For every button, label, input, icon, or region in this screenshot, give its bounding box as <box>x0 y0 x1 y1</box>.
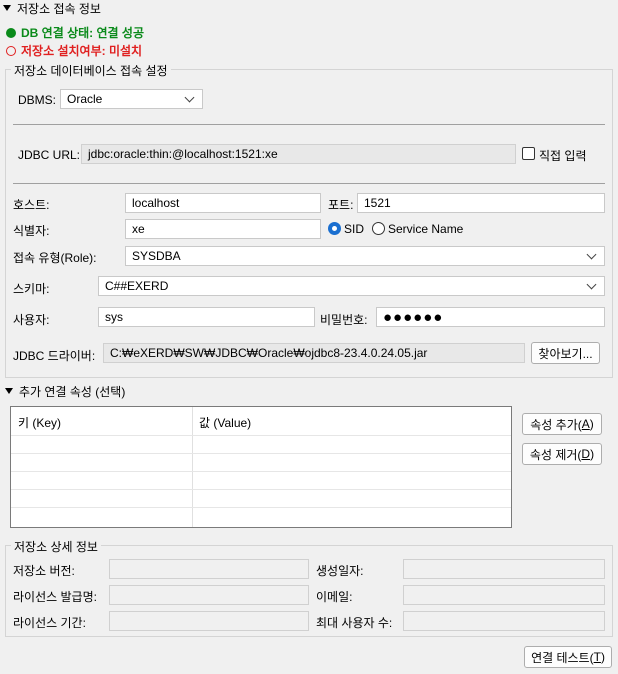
row-divider <box>11 507 511 508</box>
port-label: 포트: <box>328 198 354 212</box>
collapse-triangle-icon <box>5 388 13 394</box>
paren: ) <box>590 447 595 461</box>
license-period-field <box>109 611 309 631</box>
email-field <box>403 585 605 605</box>
direct-input-checkbox[interactable] <box>522 147 535 160</box>
created-label: 생성일자: <box>316 564 364 578</box>
role-label: 접속 유형(Role): <box>13 251 97 265</box>
service-name-radio[interactable] <box>372 222 385 235</box>
role-value: SYSDBA <box>132 249 181 263</box>
password-input[interactable]: ●●●●●● <box>376 307 605 327</box>
add-property-button[interactable]: 속성 추가(A) <box>522 413 602 435</box>
chevron-down-icon <box>184 92 195 102</box>
paren: ) <box>589 417 594 431</box>
browse-button[interactable]: 찾아보기... <box>531 342 600 364</box>
licensee-label: 라이선스 발급명: <box>13 590 97 604</box>
sid-radio[interactable] <box>328 222 341 235</box>
install-status-text: 저장소 설치여부: 미설치 <box>21 44 143 58</box>
row-divider <box>11 435 511 436</box>
db-settings-legend: 저장소 데이터베이스 접속 설정 <box>11 62 171 79</box>
service-name-label: Service Name <box>388 222 464 236</box>
identifier-input[interactable]: xe <box>125 219 321 239</box>
license-period-label: 라이선스 기간: <box>13 616 86 630</box>
db-status-text: DB 연결 상태: 연결 성공 <box>21 26 144 40</box>
role-select[interactable]: SYSDBA <box>125 246 605 266</box>
dbms-select[interactable]: Oracle <box>60 89 203 109</box>
status-ok-icon <box>6 27 16 38</box>
column-header-key[interactable]: 키 (Key) <box>18 414 61 431</box>
extra-props-header[interactable]: 추가 연결 속성 (선택) <box>5 383 125 399</box>
repo-details-legend: 저장소 상세 정보 <box>11 538 101 555</box>
test-connection-label: 연결 테스트( <box>531 650 594 665</box>
chevron-down-icon <box>586 249 597 259</box>
sid-label: SID <box>344 222 365 236</box>
host-label: 호스트: <box>13 198 50 212</box>
separator <box>13 183 605 184</box>
paren: ) <box>600 650 605 664</box>
jdbc-driver-field[interactable]: C:₩eXERD₩SW₩JDBC₩Oracle₩ojdbc8-23.4.0.24… <box>103 343 525 363</box>
test-connection-shortcut: T <box>593 650 601 664</box>
host-input[interactable]: localhost <box>125 193 321 213</box>
column-header-value[interactable]: 값 (Value) <box>199 414 251 431</box>
remove-property-label: 속성 제거( <box>529 447 582 462</box>
repo-info-title: 저장소 접속 정보 <box>17 1 101 16</box>
remove-property-shortcut: D <box>581 447 591 461</box>
password-label: 비밀번호: <box>320 313 368 327</box>
jdbc-driver-label: JDBC 드라이버: <box>13 349 96 363</box>
version-field <box>109 559 309 579</box>
row-divider <box>11 471 511 472</box>
repo-info-header[interactable]: 저장소 접속 정보 <box>3 0 101 16</box>
status-error-icon <box>6 45 16 56</box>
email-label: 이메일: <box>316 590 353 604</box>
port-input[interactable]: 1521 <box>357 193 605 213</box>
dbms-label: DBMS: <box>18 93 57 107</box>
row-divider <box>11 453 511 454</box>
jdbc-url-label: JDBC URL: <box>18 148 81 162</box>
extra-props-title: 추가 연결 속성 (선택) <box>19 384 126 399</box>
version-label: 저장소 버전: <box>13 564 75 578</box>
schema-select[interactable]: C##EXERD <box>98 276 605 296</box>
direct-input-label: 직접 입력 <box>539 149 587 163</box>
test-connection-button[interactable]: 연결 테스트(T) <box>524 646 612 668</box>
user-label: 사용자: <box>13 313 50 327</box>
user-input[interactable]: sys <box>98 307 315 327</box>
identifier-label: 식별자: <box>13 224 50 238</box>
add-property-label: 속성 추가( <box>530 417 582 432</box>
licensee-field <box>109 585 309 605</box>
jdbc-url-field[interactable]: jdbc:oracle:thin:@localhost:1521:xe <box>81 144 516 164</box>
dbms-value: Oracle <box>67 92 103 106</box>
max-users-label: 최대 사용자 수: <box>316 616 393 630</box>
row-divider <box>11 489 511 490</box>
chevron-down-icon <box>586 279 597 289</box>
properties-table[interactable]: 키 (Key) 값 (Value) <box>10 406 512 528</box>
install-status: 저장소 설치여부: 미설치 <box>6 42 142 59</box>
separator <box>13 124 605 125</box>
db-status: DB 연결 상태: 연결 성공 <box>6 24 144 41</box>
remove-property-button[interactable]: 속성 제거(D) <box>522 443 602 465</box>
max-users-field <box>403 611 605 631</box>
schema-value: C##EXERD <box>105 279 169 293</box>
collapse-triangle-icon <box>3 5 11 11</box>
schema-label: 스키마: <box>13 282 50 296</box>
created-field <box>403 559 605 579</box>
column-divider <box>192 407 193 527</box>
add-property-shortcut: A <box>581 417 590 431</box>
